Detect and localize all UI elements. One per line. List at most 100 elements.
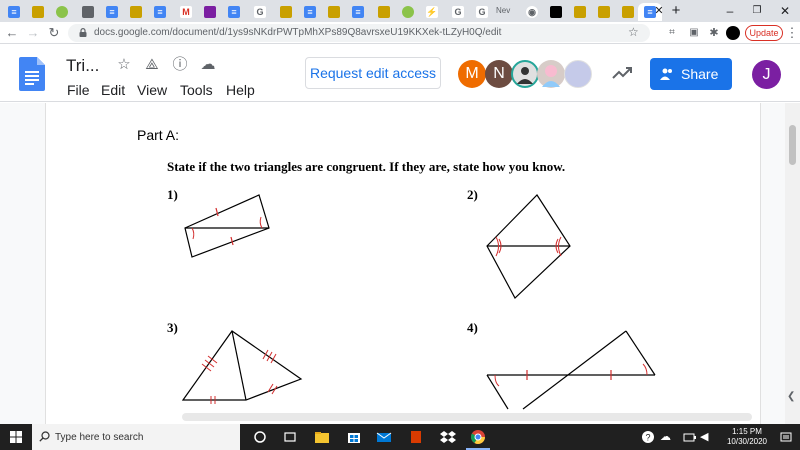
info-icon[interactable]: ⓘ	[171, 56, 189, 74]
browser-tab[interactable]: G	[248, 3, 272, 21]
browser-tab[interactable]: ≡	[222, 3, 246, 21]
browser-tab[interactable]	[396, 3, 420, 21]
menu-file[interactable]: File	[67, 82, 90, 98]
browser-tab[interactable]	[50, 3, 74, 21]
browser-tab-strip: ≡ ≡ ≡ M ≡ G ≡ ≡ ⚡ G G Nev ◉ ≡ ✕ + – ❐ ✕	[0, 0, 800, 22]
user-avatar[interactable]: J	[752, 60, 781, 89]
weather-icon[interactable]: ☁	[660, 429, 676, 445]
new-tab-icon[interactable]: +	[666, 3, 686, 19]
move-to-drive-icon[interactable]: ⟁	[143, 56, 161, 74]
update-button[interactable]: Update	[745, 25, 783, 41]
chrome-icon[interactable]	[470, 429, 486, 445]
star-icon[interactable]: ☆	[115, 56, 133, 74]
browser-tab[interactable]	[76, 3, 100, 21]
browser-toolbar: ← → ↻ docs.google.com/document/d/1ys9sNK…	[0, 22, 800, 44]
docs-favicon-icon: ≡	[106, 6, 118, 18]
menu-edit[interactable]: Edit	[101, 82, 125, 98]
dropbox-icon[interactable]	[440, 429, 456, 445]
classroom-favicon-icon	[328, 6, 340, 18]
lock-icon	[79, 28, 87, 37]
menu-view[interactable]: View	[137, 82, 167, 98]
classroom-favicon-icon	[32, 6, 44, 18]
translate-icon[interactable]: ⌗	[664, 25, 680, 41]
docs-favicon-icon: ≡	[352, 6, 364, 18]
task-view-icon[interactable]	[282, 429, 298, 445]
browser-tab[interactable]	[372, 3, 396, 21]
taskbar-search-box[interactable]: Type here to search	[32, 424, 240, 450]
browser-tab[interactable]	[198, 3, 222, 21]
browser-tab[interactable]	[26, 3, 50, 21]
help-icon[interactable]: ?	[640, 429, 656, 445]
restore-icon[interactable]: ❐	[747, 3, 767, 19]
network-icon[interactable]	[682, 429, 698, 445]
browser-tab[interactable]: ≡	[148, 3, 172, 21]
gmail-favicon-icon: M	[180, 6, 192, 18]
google-favicon-icon: G	[254, 6, 266, 18]
file-explorer-icon[interactable]	[314, 429, 330, 445]
puzzle-icon[interactable]: ✱	[706, 25, 722, 41]
share-button[interactable]: Share	[650, 58, 732, 90]
browser-tab[interactable]: G	[446, 3, 470, 21]
browser-tab[interactable]: ⚡	[420, 3, 444, 21]
more-menu-icon[interactable]: ⋮	[784, 25, 800, 41]
address-bar[interactable]: docs.google.com/document/d/1ys9sNKdrPWTp…	[68, 24, 650, 42]
activity-trend-icon[interactable]	[612, 66, 632, 80]
figure-2-kite	[486, 194, 571, 299]
menu-help[interactable]: Help	[226, 82, 255, 98]
browser-tab[interactable]: M	[174, 3, 198, 21]
document-title[interactable]: Tri...	[66, 56, 99, 76]
browser-tab[interactable]	[568, 3, 592, 21]
geometry-figures	[181, 194, 656, 410]
browser-tab[interactable]	[274, 3, 298, 21]
chevron-left-icon[interactable]: ❮	[787, 391, 795, 402]
extension-icon[interactable]: ▣	[686, 25, 702, 41]
reload-icon[interactable]: ↻	[46, 25, 62, 41]
collaborator-avatar[interactable]	[564, 60, 592, 88]
docs-favicon-icon: ≡	[228, 6, 240, 18]
app-favicon-icon	[204, 6, 216, 18]
forward-icon[interactable]: →	[25, 25, 41, 41]
minimize-icon[interactable]: –	[720, 3, 740, 19]
system-clock[interactable]: 1:15 PM 10/30/2020	[722, 427, 772, 447]
notifications-icon[interactable]	[778, 429, 794, 445]
vertical-scroll-thumb[interactable]	[789, 125, 796, 165]
browser-tab[interactable]	[124, 3, 148, 21]
browser-tab[interactable]: ≡	[298, 3, 322, 21]
browser-tab[interactable]: ≡	[346, 3, 370, 21]
volume-icon[interactable]: ◀	[700, 429, 716, 445]
collaborator-avatar[interactable]	[511, 60, 539, 88]
browser-tab[interactable]	[616, 3, 640, 21]
collaborator-avatar[interactable]: M	[458, 60, 486, 88]
browser-tab[interactable]	[322, 3, 346, 21]
browser-tab[interactable]	[544, 3, 568, 21]
menu-tools[interactable]: Tools	[180, 82, 213, 98]
cortana-icon[interactable]	[252, 429, 268, 445]
person-icon	[517, 67, 533, 84]
page-favicon-icon	[82, 6, 94, 18]
bookmark-star-icon[interactable]: ☆	[628, 25, 639, 39]
windows-start-icon[interactable]	[10, 431, 22, 443]
back-icon[interactable]: ←	[4, 25, 20, 41]
figure-1-parallelogram	[184, 194, 270, 258]
classroom-favicon-icon	[280, 6, 292, 18]
clock-time: 1:15 PM	[732, 427, 762, 436]
profile-avatar[interactable]	[726, 26, 740, 40]
horizontal-scrollbar[interactable]	[182, 413, 752, 421]
browser-tab[interactable]: ≡	[100, 3, 124, 21]
store-icon[interactable]	[346, 429, 362, 445]
google-docs-logo-icon[interactable]	[19, 57, 45, 91]
request-edit-access-button[interactable]: Request edit access	[305, 57, 441, 89]
collaborator-avatar[interactable]: N	[485, 60, 513, 88]
mail-icon[interactable]	[376, 429, 392, 445]
browser-tab[interactable]: ◉	[520, 3, 544, 21]
browser-tab[interactable]: ≡	[2, 3, 26, 21]
docs-header: Tri... ☆ ⟁ ⓘ ☁ File Edit View Tools Help…	[0, 44, 800, 102]
close-window-icon[interactable]: ✕	[775, 3, 795, 19]
browser-tab[interactable]	[592, 3, 616, 21]
cloud-status-icon[interactable]: ☁	[199, 56, 217, 74]
browser-tab[interactable]: G	[470, 3, 494, 21]
collaborator-avatar[interactable]	[537, 60, 565, 88]
google-favicon-icon: G	[476, 6, 488, 18]
classroom-favicon-icon	[622, 6, 634, 18]
office-icon[interactable]	[408, 429, 424, 445]
